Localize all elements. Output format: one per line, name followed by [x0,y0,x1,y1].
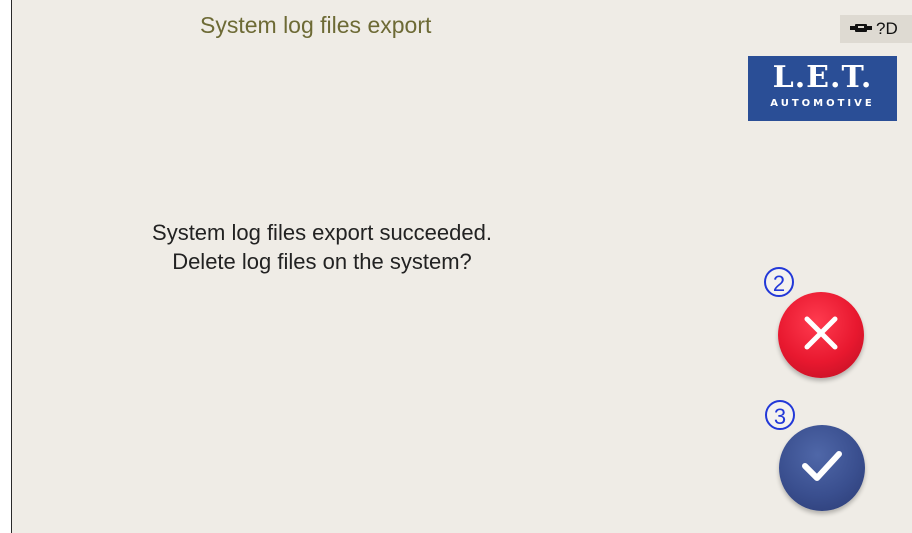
confirm-button[interactable] [779,425,865,511]
app-screen: System log files export ?D L.E.T. AUTOMO… [11,0,912,533]
step-badge-confirm: 3 [765,400,795,430]
message-line-1: System log files export succeeded. [152,220,492,245]
connector-icon [850,20,872,38]
dialog-message: System log files export succeeded. Delet… [122,218,522,276]
checkmark-icon [800,448,844,489]
logo-brand: L.E.T. [772,60,873,95]
cancel-button[interactable] [778,292,864,378]
logo-subtitle: AUTOMOTIVE [770,98,875,109]
message-line-2: Delete log files on the system? [172,249,472,274]
step-badge-cancel: 2 [764,267,794,297]
page-title: System log files export [200,12,432,38]
status-text: ?D [876,19,898,38]
company-logo: L.E.T. AUTOMOTIVE [748,56,897,121]
status-tray: ?D [840,15,912,43]
close-icon [801,313,841,358]
